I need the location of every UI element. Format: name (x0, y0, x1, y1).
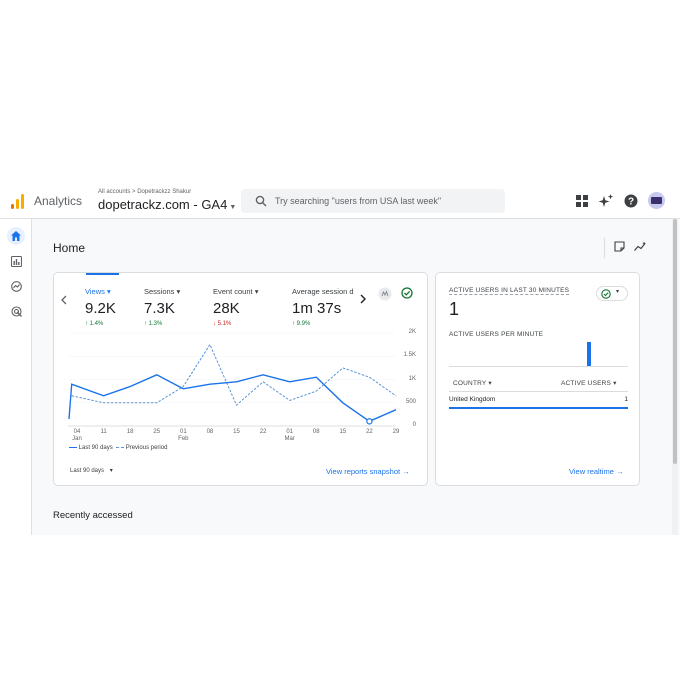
nav-advertising[interactable] (7, 302, 25, 320)
analytics-window: Analytics All accounts > Dopetrackzz Sha… (0, 183, 680, 535)
property-name: dopetrackz.com - GA4 (98, 197, 228, 212)
x-tick-label: 04 Jan (72, 429, 82, 442)
active-users-column-header[interactable]: ACTIVE USERS ▾ (561, 379, 617, 387)
x-tick-label: 08 (312, 429, 320, 435)
divider (604, 238, 605, 258)
insights-icon[interactable] (634, 241, 647, 252)
side-nav (0, 219, 32, 535)
arrow-right-icon: → (615, 467, 624, 476)
scrollbar[interactable] (672, 219, 678, 535)
search-icon (255, 195, 267, 207)
date-range-label: Last 90 days (70, 468, 105, 474)
y-tick-label: 1.5K (403, 352, 416, 359)
search-input[interactable] (275, 193, 495, 209)
caret-down-icon: ▾ (109, 468, 113, 474)
overview-card: Views ▾ 9.2K ↑ 1.4% Sessions ▾ 7.3K ↑ 1.… (53, 272, 428, 486)
per-minute-label: ACTIVE USERS PER MINUTE (449, 331, 544, 338)
sparkle-icon[interactable] (598, 193, 614, 209)
caret-down-icon: ▼ (229, 204, 237, 211)
series-line-last-90-days (68, 374, 397, 423)
users-cell: 1 (624, 396, 628, 403)
analytics-logo[interactable] (11, 194, 25, 209)
svg-text:?: ? (628, 197, 634, 208)
country-column-header[interactable]: COUNTRY ▾ (453, 379, 492, 387)
nav-explore[interactable] (7, 277, 25, 295)
x-tick-label: 15 (233, 429, 240, 435)
x-tick-label: 22 (259, 429, 267, 435)
app-name: Analytics (34, 194, 83, 208)
active-users-value: 1 (449, 299, 460, 319)
scrollbar-thumb[interactable] (673, 219, 677, 464)
x-tick-label: 18 (126, 429, 134, 435)
realtime-title: ACTIVE USERS IN LAST 30 MINUTES (449, 287, 570, 295)
chart-legend: Last 90 days Previous period (69, 445, 167, 451)
legend-label: Last 90 days (78, 445, 113, 451)
top-bar: Analytics All accounts > Dopetrackzz Sha… (0, 183, 680, 219)
share-bar (449, 407, 628, 409)
divider (449, 391, 628, 392)
realtime-status-button[interactable]: ▾ (596, 286, 628, 301)
current-point-marker (366, 418, 373, 425)
caret-down-icon: ▾ (616, 289, 620, 295)
help-icon[interactable]: ? (623, 193, 639, 209)
note-icon[interactable] (614, 241, 625, 252)
nav-reports[interactable] (7, 252, 25, 270)
bar-chart-icon (10, 255, 22, 267)
nav-home[interactable] (7, 227, 25, 245)
y-tick-label: 0 (412, 422, 416, 428)
property-selector[interactable]: dopetrackz.com - GA4 ▼ (98, 197, 236, 212)
table-row[interactable]: United Kingdom 1 (449, 395, 628, 409)
per-minute-bar (587, 342, 591, 366)
home-icon (11, 231, 21, 241)
x-tick-label: 22 (366, 429, 373, 435)
check-circle-icon (601, 289, 611, 299)
x-tick-label: 01 Mar (284, 429, 295, 442)
x-tick-label: 01 Feb (178, 429, 189, 442)
per-minute-bar-chart (449, 342, 628, 367)
page-title: Home (53, 241, 86, 255)
x-tick-label: 25 (153, 429, 161, 435)
x-tick-label: 11 (100, 429, 107, 435)
y-tick-label: 1K (408, 375, 416, 382)
realtime-card: ACTIVE USERS IN LAST 30 MINUTES 1 ▾ ACTI… (435, 272, 640, 486)
breadcrumb[interactable]: All accounts > Dopetrackzz Shakur (98, 189, 191, 195)
link-label: View reports snapshot (326, 467, 401, 476)
view-realtime-link[interactable]: View realtime → (569, 467, 623, 476)
y-tick-label: 2K (408, 329, 416, 335)
country-cell: United Kingdom (449, 396, 496, 403)
y-tick-label: 500 (405, 398, 416, 405)
advertising-icon (10, 305, 22, 317)
x-tick-label: 15 (339, 429, 347, 435)
apps-grid-icon[interactable] (574, 193, 590, 209)
x-tick-label: 29 (392, 429, 400, 435)
view-reports-snapshot-link[interactable]: View reports snapshot → (326, 467, 410, 476)
legend-label: Previous period (125, 445, 168, 451)
date-range-selector[interactable]: Last 90 days ▾ (70, 467, 113, 474)
line-chart (68, 332, 397, 427)
legend-swatch-solid (69, 446, 77, 449)
recently-accessed-heading: Recently accessed (53, 510, 133, 521)
x-tick-label: 08 (206, 429, 214, 435)
avatar[interactable] (648, 192, 665, 209)
series-line-previous-period (71, 343, 397, 406)
explore-icon (10, 280, 22, 292)
link-label: View realtime (569, 467, 614, 476)
search-bar[interactable] (241, 189, 505, 213)
arrow-right-icon: → (402, 467, 410, 476)
legend-swatch-dashed (116, 446, 125, 448)
